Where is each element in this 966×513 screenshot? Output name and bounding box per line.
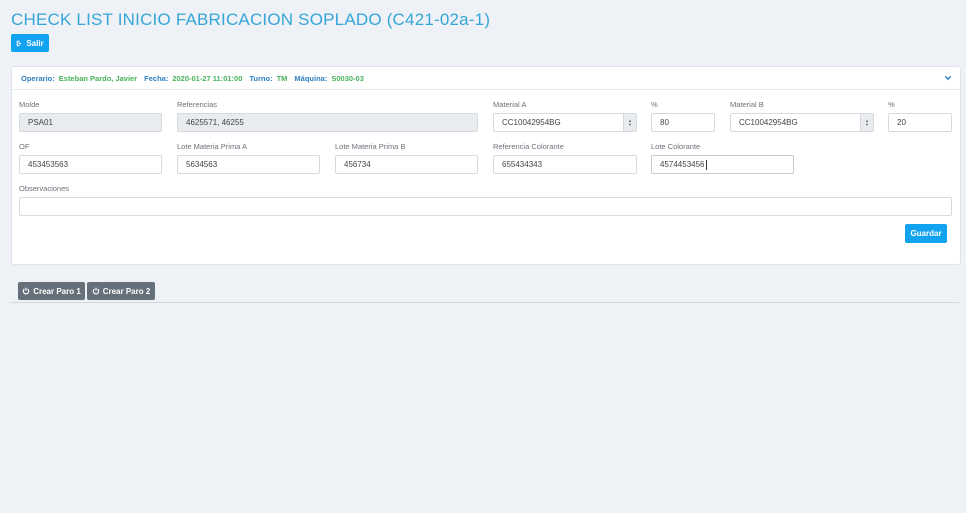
observaciones-label: Observaciones	[19, 184, 70, 193]
crear-paro-1-label: Crear Paro 1	[33, 286, 81, 296]
turno-label: Turno:	[249, 73, 273, 83]
lote-mp-a-value: 5634563	[186, 160, 218, 169]
molde-field: PSA01	[19, 113, 162, 132]
turno-value: TM	[276, 73, 288, 83]
sign-out-icon	[17, 40, 22, 46]
crear-paro-2-label: Crear Paro 2	[102, 286, 151, 296]
ref-colorante-value: 655434343	[502, 160, 543, 169]
referencias-value: 4625571, 46255	[186, 118, 244, 127]
of-label: OF	[19, 142, 30, 151]
select-arrows-icon: ▲ ▼	[623, 114, 636, 131]
ref-colorante-input[interactable]: 655434343	[493, 155, 637, 174]
lote-mp-b-label: Lote Materia Prima B	[335, 142, 406, 151]
of-value: 453453563	[28, 160, 69, 169]
maquina-value: S0030-03	[331, 73, 364, 83]
material-a-select[interactable]: CC10042954BG ▲ ▼	[493, 113, 637, 132]
lote-mp-b-input[interactable]: 456734	[335, 155, 478, 174]
lote-colorante-label: Lote Colorante	[651, 142, 701, 151]
pct-a-input[interactable]: 80	[651, 113, 715, 132]
operario-label: Operario:	[21, 73, 55, 83]
crear-paro-1-button[interactable]: Crear Paro 1	[18, 282, 85, 300]
material-a-value: CC10042954BG	[502, 118, 561, 127]
select-arrows-icon: ▲ ▼	[860, 114, 873, 131]
text-cursor	[705, 159, 707, 170]
pct-a-value: 80	[660, 118, 669, 127]
lote-mp-b-value: 456734	[344, 160, 371, 169]
checklist-panel: Operario: Esteban Pardo, Javier Fecha: 2…	[11, 66, 961, 265]
salir-button[interactable]: Salir	[11, 34, 49, 52]
panel-header[interactable]: Operario: Esteban Pardo, Javier Fecha: 2…	[12, 67, 960, 90]
referencias-label: Referencias	[177, 100, 218, 109]
fecha-value: 2020-01-27 11:01:00	[172, 73, 243, 83]
material-a-label: Material A	[493, 100, 527, 109]
pct-b-value: 20	[897, 118, 906, 127]
lote-colorante-value: 4574453456	[660, 160, 705, 169]
pct-b-input[interactable]: 20	[888, 113, 952, 132]
power-icon	[22, 287, 30, 295]
fecha-label: Fecha:	[144, 73, 169, 83]
guardar-button[interactable]: Guardar	[905, 224, 947, 243]
chevron-down-icon[interactable]	[944, 74, 952, 82]
ref-colorante-label: Referencia Colorante	[493, 142, 564, 151]
pct-b-label: %	[888, 100, 895, 109]
operario-value: Esteban Pardo, Javier	[58, 73, 138, 83]
observaciones-input[interactable]	[19, 197, 952, 216]
salir-button-label: Salir	[26, 38, 44, 48]
of-input[interactable]: 453453563	[19, 155, 162, 174]
material-b-select[interactable]: CC10042954BG ▲ ▼	[730, 113, 874, 132]
lote-mp-a-input[interactable]: 5634563	[177, 155, 320, 174]
lote-colorante-input[interactable]: 4574453456	[651, 155, 794, 174]
pct-a-label: %	[651, 100, 658, 109]
power-icon	[92, 287, 99, 295]
page-title: CHECK LIST INICIO FABRICACION SOPLADO (C…	[11, 10, 491, 29]
molde-label: Molde	[19, 100, 40, 109]
lote-mp-a-label: Lote Materia Prima A	[177, 142, 248, 151]
referencias-field: 4625571, 46255	[177, 113, 478, 132]
molde-value: PSA01	[28, 118, 53, 127]
material-b-label: Material B	[730, 100, 764, 109]
maquina-label: Máquina:	[294, 73, 328, 83]
crear-paro-2-button[interactable]: Crear Paro 2	[87, 282, 155, 300]
material-b-value: CC10042954BG	[739, 118, 798, 127]
section-divider	[11, 302, 959, 303]
